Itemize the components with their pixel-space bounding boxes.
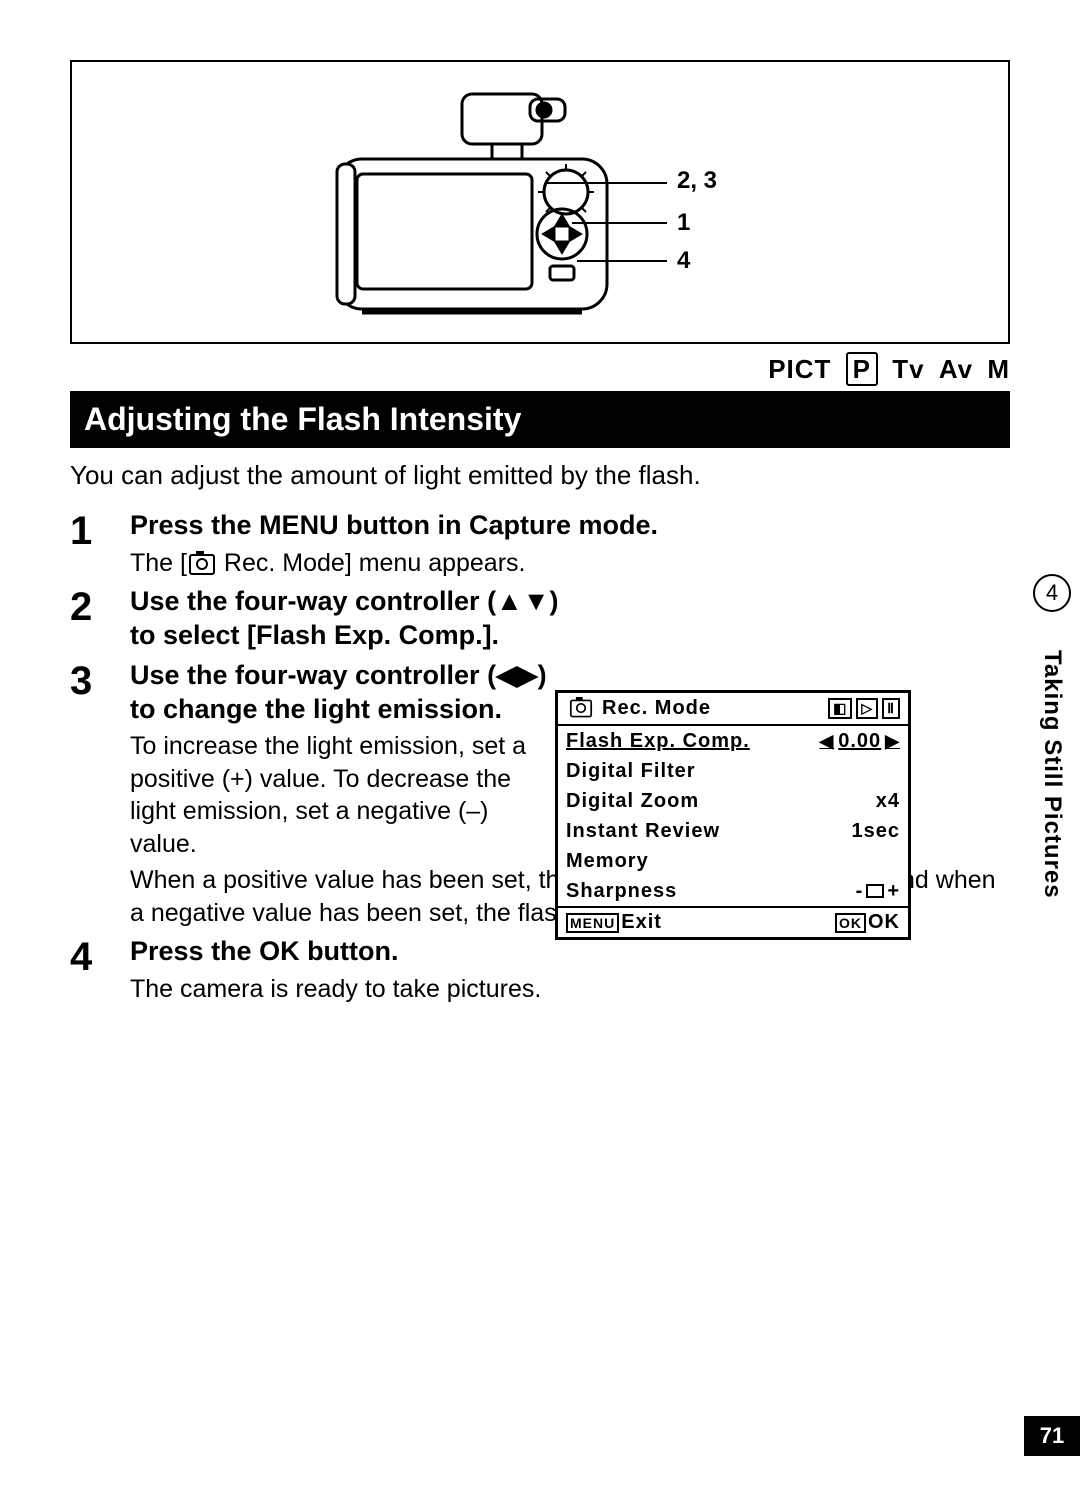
lcd-header-icons: ◧ ▷ Ⅱ: [828, 698, 900, 719]
lcd-header: Rec. Mode ◧ ▷ Ⅱ: [558, 693, 908, 726]
callout-label-23: 2, 3: [677, 167, 717, 195]
tools-icon: Ⅱ: [882, 698, 900, 719]
callout-line: [572, 222, 667, 224]
mode-av: Av: [939, 354, 973, 384]
chapter-number: 4: [1033, 574, 1071, 612]
intro-text: You can adjust the amount of light emitt…: [70, 460, 1010, 491]
mode-m: M: [987, 354, 1010, 384]
camera-icon: [570, 700, 592, 718]
play-icon: ▷: [856, 698, 878, 719]
ok-key-icon: OK: [835, 913, 866, 933]
step-title: Use the four-way controller (▲▼) to sele…: [130, 585, 560, 653]
lcd-row-filter: Digital Filter: [558, 756, 908, 786]
sharpness-icon: -+: [856, 876, 900, 906]
step-detail: The [ Rec. Mode] menu appears.: [130, 547, 1010, 580]
step-number: 2: [70, 585, 130, 653]
step-detail: To increase the light emission, set a po…: [130, 730, 550, 860]
page-number: 71: [1024, 1416, 1080, 1456]
lcd-row-review: Instant Review 1sec: [558, 816, 908, 846]
sidebar: 4 Taking Still Pictures 71: [1024, 0, 1080, 1486]
step-detail: The camera is ready to take pictures.: [130, 973, 1010, 1006]
mode-row: PICT P Tv Av M: [70, 354, 1010, 385]
side-tab: 4 Taking Still Pictures: [1024, 560, 1080, 924]
lcd-row-flash: Flash Exp. Comp. ◀0.00▶: [558, 726, 908, 756]
step-number: 3: [70, 659, 130, 930]
callout-label-4: 4: [677, 247, 690, 275]
mode-p: P: [846, 352, 878, 386]
lcd-row-zoom: Digital Zoom x4: [558, 786, 908, 816]
callout-label-1: 1: [677, 209, 690, 237]
step-title: Press the MENU button in Capture mode.: [130, 509, 1010, 543]
step-4: 4 Press the OK button. The camera is rea…: [70, 935, 1010, 1005]
lcd-row-memory: Memory: [558, 846, 908, 876]
step-number: 4: [70, 935, 130, 1005]
callout-line: [577, 260, 667, 262]
manual-page: 2, 3 1 4 PICT P Tv Av M Adjusting the Fl…: [0, 0, 1080, 1486]
lcd-title: Rec. Mode: [602, 697, 711, 720]
section-heading: Adjusting the Flash Intensity: [70, 391, 1010, 448]
step-1: 1 Press the MENU button in Capture mode.…: [70, 509, 1010, 579]
lcd-row-sharpness: Sharpness -+: [558, 876, 908, 906]
mode-pict: PICT: [768, 354, 831, 384]
left-arrow-icon: ◀: [819, 728, 834, 755]
chapter-label: Taking Still Pictures: [1038, 624, 1066, 924]
step-2: 2 Use the four-way controller (▲▼) to se…: [70, 585, 1010, 653]
mode-tv: Tv: [892, 354, 924, 384]
right-arrow-icon: ▶: [885, 728, 900, 755]
lcd-rows: Flash Exp. Comp. ◀0.00▶ Digital Filter D…: [558, 726, 908, 908]
callout-line: [547, 182, 667, 184]
lcd-footer: MENUExit OKOK: [558, 908, 908, 937]
camera-illustration: [332, 74, 642, 324]
lcd-menu: Rec. Mode ◧ ▷ Ⅱ Flash Exp. Comp. ◀0.00▶ …: [555, 690, 911, 940]
camera-icon: [189, 554, 215, 575]
camera-figure: 2, 3 1 4: [70, 60, 1010, 344]
step-title: Use the four-way controller (◀▶) to chan…: [130, 659, 560, 727]
setup-icon: ◧: [828, 698, 852, 719]
step-title: Press the OK button.: [130, 935, 1010, 969]
step-number: 1: [70, 509, 130, 579]
menu-key-icon: MENU: [566, 913, 619, 933]
